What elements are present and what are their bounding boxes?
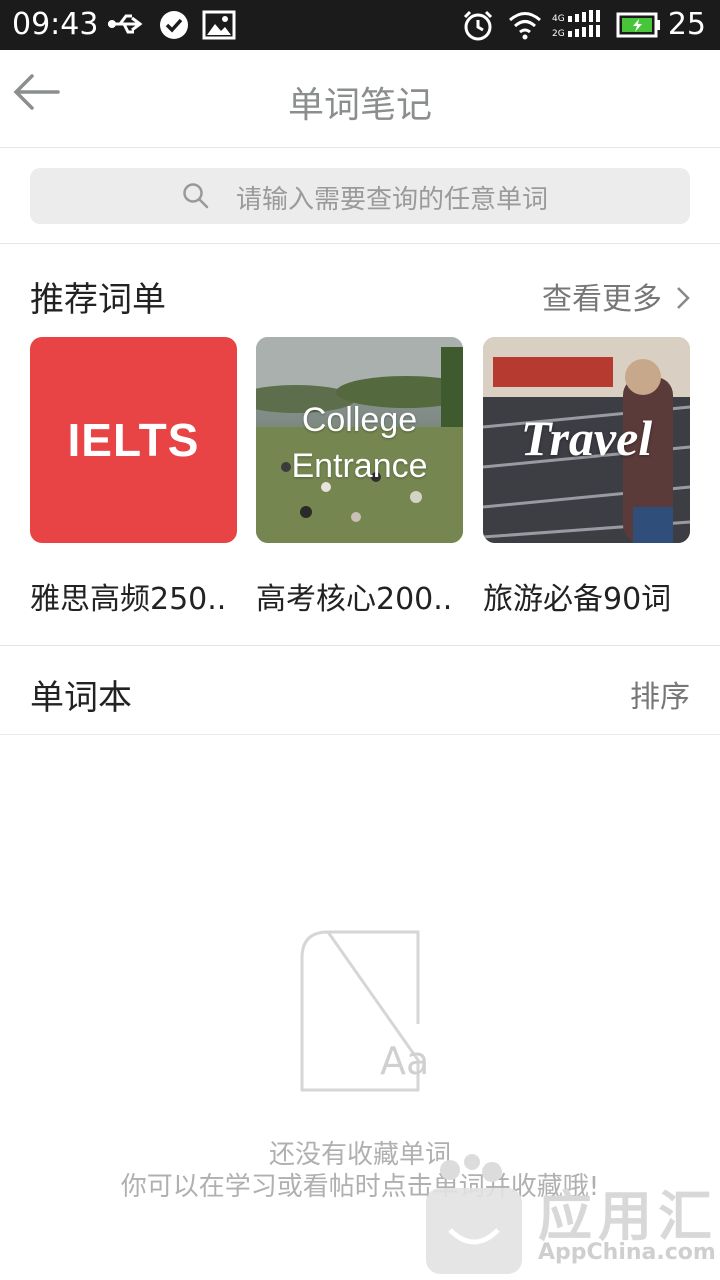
status-time: 09:43	[12, 7, 99, 42]
sort-button[interactable]: 排序	[630, 672, 690, 716]
svg-text:4G: 4G	[552, 14, 565, 24]
appchina-watermark: 应用汇 AppChina.com	[420, 1150, 720, 1280]
recommend-header: 推荐词单 查看更多	[0, 246, 720, 336]
image-icon	[202, 10, 236, 44]
watermark-sub: AppChina.com	[538, 1240, 716, 1265]
recommend-cards: IELTS College Entrance Travel	[30, 337, 690, 543]
section-divider	[0, 734, 720, 735]
search-placeholder: 请输入需要查询的任意单词	[236, 185, 549, 215]
chevron-right-icon	[676, 283, 690, 318]
card-travel[interactable]: Travel	[483, 337, 690, 543]
svg-text:2G: 2G	[552, 29, 565, 39]
search-icon	[182, 182, 210, 214]
battery-icon	[616, 10, 662, 44]
usb-icon	[106, 10, 146, 42]
page-title: 单词笔记	[287, 85, 432, 126]
card-image-text: College Entrance	[291, 401, 428, 485]
card-college-entrance[interactable]: College Entrance	[256, 337, 463, 543]
card-label-ielts: 雅思高频250..	[30, 582, 227, 617]
battery-level: 25	[667, 7, 706, 42]
section-divider	[0, 645, 720, 646]
card-image-text: IELTS	[67, 414, 200, 466]
card-image-text: Travel	[520, 410, 653, 466]
empty-notebook-icon: Aa	[298, 930, 440, 1096]
watermark-bag-icon	[426, 1154, 522, 1274]
view-more-label: 查看更多	[542, 282, 662, 317]
status-bar: 09:43 4G 2G 25	[0, 0, 720, 50]
view-more-link[interactable]: 查看更多	[542, 274, 690, 318]
wordbook-title: 单词本	[30, 678, 132, 718]
check-circle-icon	[159, 10, 189, 44]
search-input[interactable]: 请输入需要查询的任意单词	[30, 168, 690, 224]
alarm-icon	[462, 10, 494, 46]
card-label-travel: 旅游必备90词	[483, 582, 672, 617]
card-ielts[interactable]: IELTS	[30, 337, 237, 543]
signal-icon: 4G 2G	[552, 10, 604, 44]
card-label-college: 高考核心200..	[256, 582, 453, 617]
search-section: 请输入需要查询的任意单词	[0, 148, 720, 244]
wifi-icon	[508, 10, 542, 44]
svg-text:Aa: Aa	[380, 1039, 429, 1083]
nav-bar: 单词笔记	[0, 50, 720, 148]
recommend-title: 推荐词单	[30, 280, 166, 320]
